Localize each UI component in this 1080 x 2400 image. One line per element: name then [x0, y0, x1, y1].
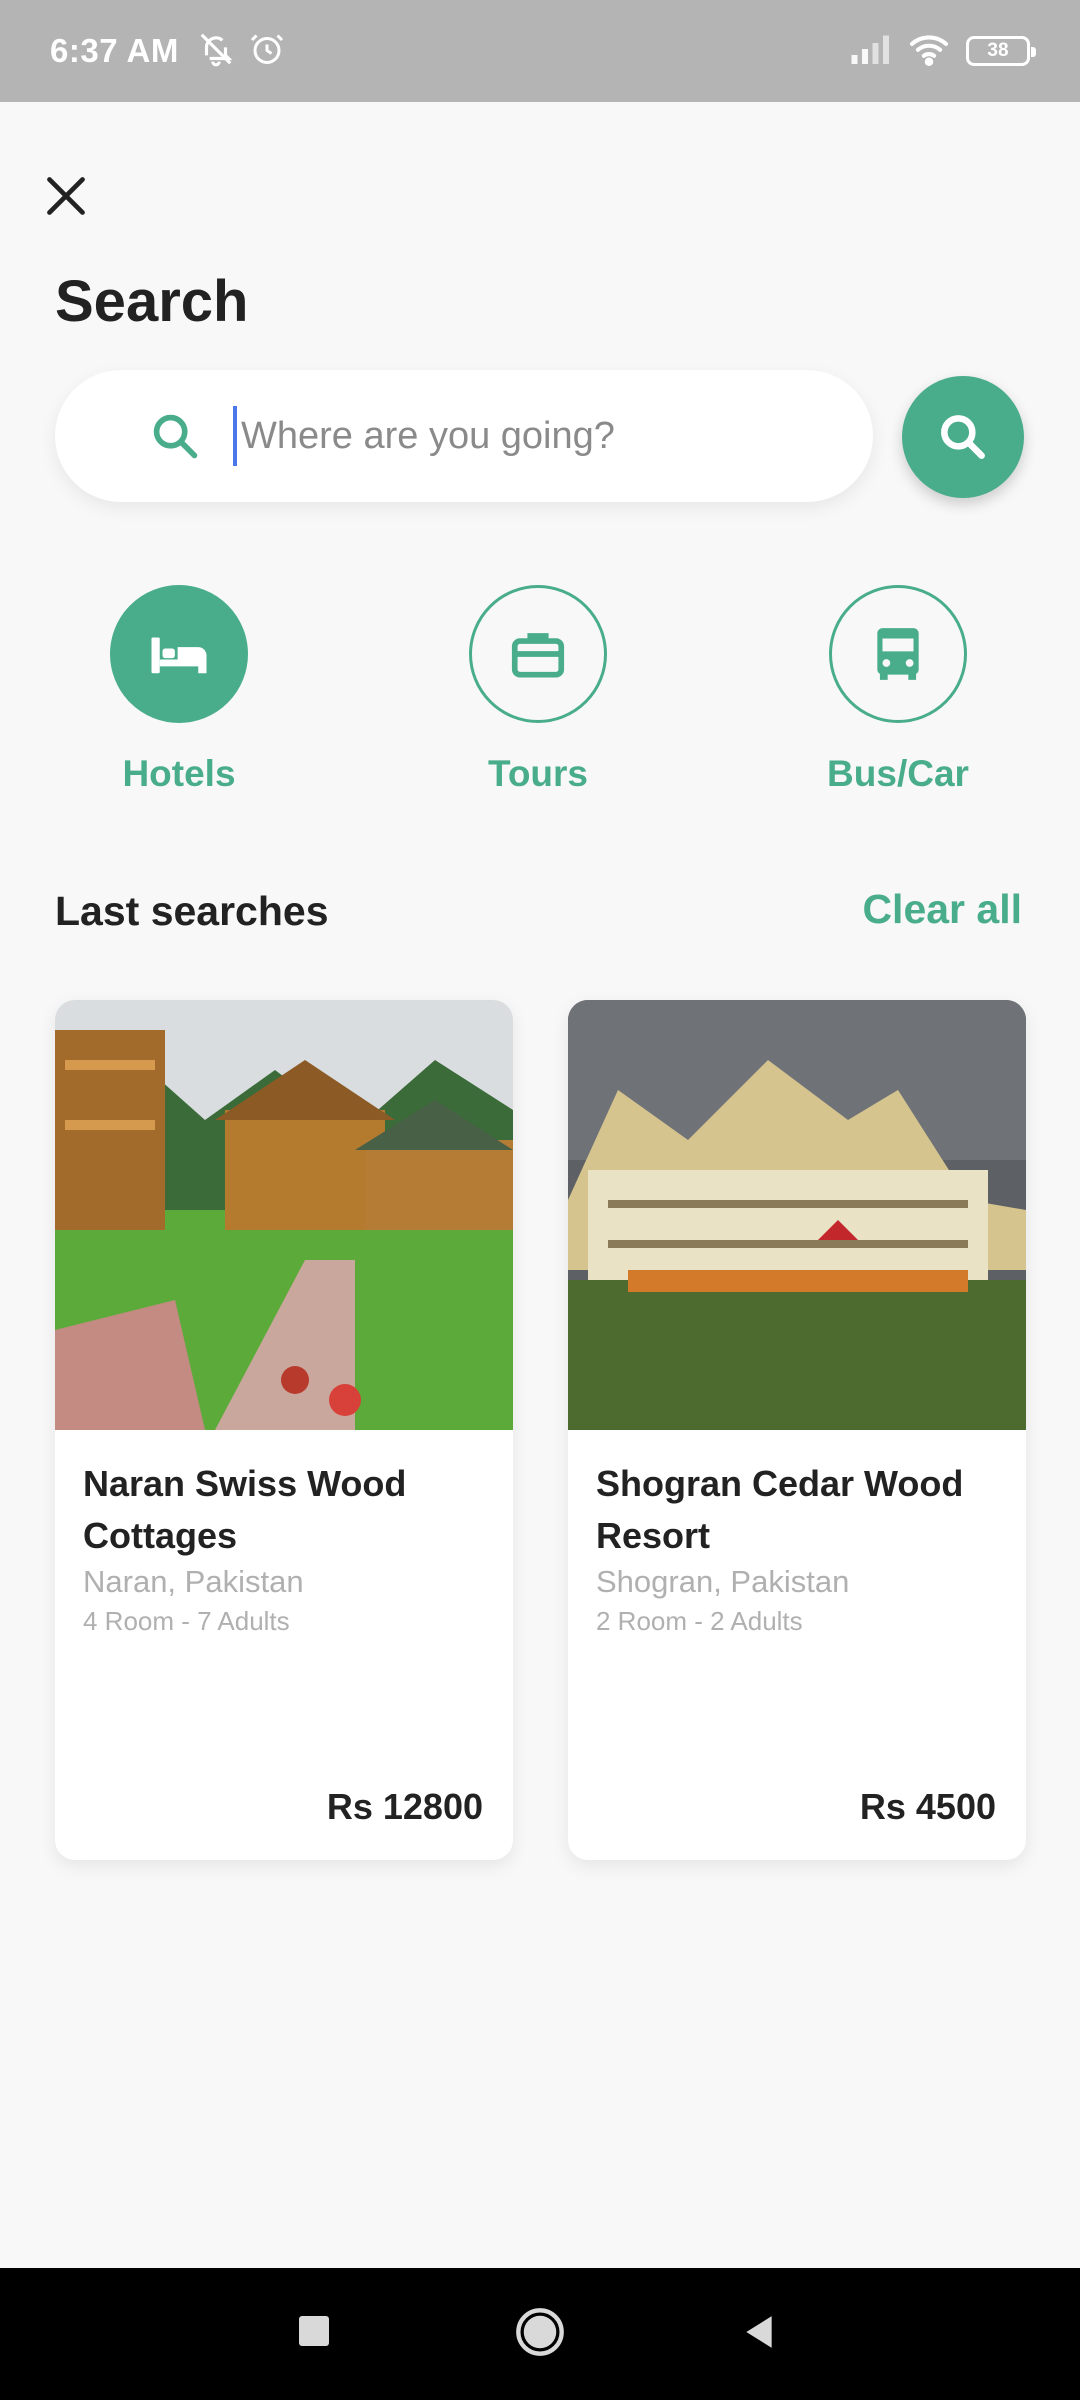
search-box[interactable] [55, 370, 873, 502]
hotel-location: Shogran, Pakistan [596, 1564, 850, 1599]
signal-icon [850, 34, 892, 69]
search-card[interactable]: Shogran Cedar Wood Resort Shogran, Pakis… [568, 1000, 1026, 1860]
category-label: Hotels [122, 753, 236, 794]
hotel-price: Rs 4500 [859, 1786, 996, 1827]
recents-button[interactable] [296, 2313, 332, 2349]
category-tours[interactable]: Tours [408, 585, 668, 795]
mute-bell-icon [197, 30, 235, 73]
close-icon [47, 177, 85, 215]
status-bar: 6:37 AM 38 [0, 0, 1080, 102]
clear-all-button[interactable]: Clear all [862, 886, 1022, 933]
category-label: Tours [487, 753, 589, 794]
home-circle-icon [516, 2308, 564, 2356]
recents-square-icon [299, 2316, 329, 2346]
alarm-icon [249, 31, 285, 72]
page-title: Search [55, 269, 249, 334]
search-card[interactable]: Naran Swiss Wood Cottages Naran, Pakista… [55, 1000, 513, 1860]
card-body: Shogran Cedar Wood Resort Shogran, Pakis… [568, 1430, 1026, 1860]
hotel-name: Naran Swiss Wood Cottages [83, 1463, 407, 1556]
room-guests: 4 Room - 7 Adults [83, 1606, 290, 1636]
briefcase-icon [511, 633, 565, 678]
search-icon [147, 408, 203, 464]
wifi-icon [908, 32, 950, 71]
last-searches-title: Last searches [55, 888, 329, 934]
hotel-image [55, 1000, 513, 1430]
category-bus-car[interactable]: Bus/Car [768, 585, 1028, 795]
hotel-image [568, 1000, 1026, 1430]
card-body: Naran Swiss Wood Cottages Naran, Pakista… [55, 1430, 513, 1860]
back-triangle-icon [746, 2316, 772, 2348]
home-button[interactable] [514, 2306, 566, 2358]
hotel-location: Naran, Pakistan [83, 1564, 304, 1599]
back-button[interactable] [740, 2312, 778, 2352]
hotel-name: Shogran Cedar Wood Resort [596, 1463, 964, 1556]
status-time: 6:37 AM [50, 32, 179, 69]
tours-circle[interactable] [469, 585, 607, 723]
search-button[interactable] [902, 376, 1024, 498]
search-icon [941, 415, 985, 459]
category-hotels[interactable]: Hotels [49, 585, 309, 795]
category-label: Bus/Car [827, 753, 969, 794]
bus-icon [877, 628, 919, 680]
system-nav-bar [0, 2268, 1080, 2400]
search-input[interactable] [233, 406, 793, 466]
bus-car-circle[interactable] [829, 585, 967, 723]
hotel-price: Rs 12800 [326, 1786, 483, 1827]
search-screen: 6:37 AM 38 Search Where are you going? H… [0, 0, 1080, 2400]
room-guests: 2 Room - 2 Adults [596, 1606, 803, 1636]
bed-icon [151, 637, 207, 674]
hotels-circle[interactable] [110, 585, 248, 723]
battery-icon: 38 [966, 36, 1036, 66]
close-button[interactable] [40, 170, 92, 222]
